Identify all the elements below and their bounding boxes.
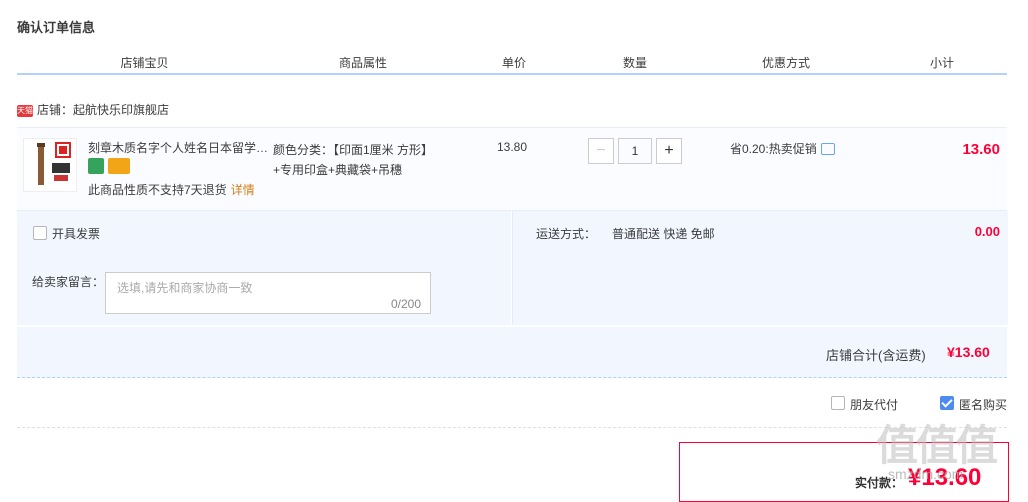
anonymous-purchase-checkbox[interactable] — [940, 396, 954, 410]
product-attributes: 颜色分类：【印面1厘米 方形】 +专用印盒+典藏袋+吊穗 — [273, 140, 433, 180]
friend-pay-checkbox[interactable] — [831, 396, 845, 410]
watermark-domain: smzdm.com — [888, 466, 964, 482]
sku-color-category: 颜色分类：【印面1厘米 方形】 — [273, 143, 434, 157]
column-header-attributes: 商品属性 — [338, 56, 387, 70]
friend-pay-label[interactable]: 朋友代付 — [850, 396, 898, 413]
shop-name[interactable]: 店铺：起航快乐印旗舰店 — [37, 103, 169, 117]
message-placeholder: 选填,请先和商家协商一致 — [117, 281, 253, 295]
discount-text: 省0.20:热卖促销 — [730, 142, 817, 156]
message-char-counter: 0/200 — [390, 297, 421, 311]
message-label: 给卖家留言： — [32, 275, 105, 289]
product-name-link[interactable]: 刻章木质名字个人姓名日本留学… — [88, 139, 270, 156]
chat-icon[interactable] — [820, 142, 835, 155]
shop-row: 天猫 店铺：起航快乐印旗舰店 — [17, 101, 169, 119]
page-title: 确认订单信息 — [17, 20, 96, 35]
return-policy-detail-link[interactable]: 详情 — [231, 183, 255, 197]
service-guarantee-icon — [88, 158, 104, 174]
stamp-product-icon — [37, 142, 71, 185]
return-policy-text: 此商品性质不支持7天退货 — [88, 183, 227, 197]
quantity-increase-button[interactable]: + — [656, 138, 682, 164]
seller-message-textarea[interactable]: 选填,请先和商家协商一致 0/200 — [105, 272, 431, 314]
shop-total-label: 店铺合计(含运费) — [826, 348, 926, 363]
return-policy-note: 此商品性质不支持7天退货 详情 — [88, 181, 255, 198]
column-header-quantity: 数量 — [622, 56, 647, 70]
anonymous-purchase-label[interactable]: 匿名购买 — [959, 396, 1007, 413]
shipping-method-label: 运送方式： — [536, 227, 597, 241]
column-header-unit-price: 单价 — [501, 56, 526, 70]
unit-price: 13.80 — [497, 140, 528, 154]
discount-info: 省0.20:热卖促销 — [730, 140, 835, 157]
sku-accessories: +专用印盒+典藏袋+吊穗 — [273, 163, 403, 177]
shop-total-value: ¥13.60 — [947, 344, 990, 360]
shipping-method-value: 普通配送 快递 免邮 — [612, 227, 715, 241]
column-header-subtotal: 小计 — [929, 56, 954, 70]
watermark-logo: 值值值 — [876, 422, 998, 469]
quantity-input[interactable]: 1 — [618, 138, 652, 164]
column-header-row: 店铺宝贝 商品属性 单价 数量 优惠方式 小计 — [17, 55, 1007, 73]
header-divider — [17, 73, 1007, 89]
column-header-shop-item: 店铺宝贝 — [120, 56, 169, 70]
tmall-icon: 天猫 — [17, 104, 33, 117]
section-divider — [17, 427, 1007, 428]
invoice-checkbox[interactable] — [33, 226, 47, 240]
invoice-label[interactable]: 开具发票 — [52, 225, 100, 242]
item-subtotal: 13.60 — [962, 141, 1000, 158]
quantity-decrease-button[interactable]: − — [588, 138, 614, 164]
column-header-discount: 优惠方式 — [761, 56, 810, 70]
shipping-fee: 0.00 — [974, 224, 1000, 239]
credit-card-icon — [108, 158, 130, 174]
product-thumbnail[interactable] — [23, 138, 77, 192]
